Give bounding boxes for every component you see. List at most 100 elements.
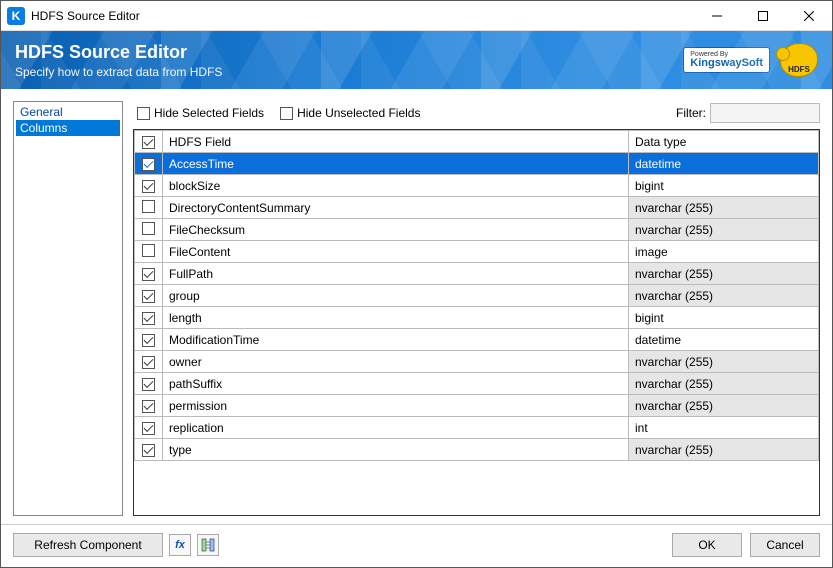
row-checkbox[interactable] [135, 263, 163, 285]
column-mapping-icon [201, 538, 215, 552]
table-row[interactable]: groupnvarchar (255) [135, 285, 819, 307]
maximize-button[interactable] [740, 1, 786, 31]
row-checkbox[interactable] [135, 329, 163, 351]
cancel-button[interactable]: Cancel [750, 533, 820, 557]
checkbox-icon [142, 356, 155, 369]
sidebar: General Columns [13, 101, 123, 516]
table-row[interactable]: AccessTimedatetime [135, 153, 819, 175]
filter-input[interactable] [710, 103, 820, 123]
hide-unselected-label: Hide Unselected Fields [297, 106, 420, 120]
minimize-button[interactable] [694, 1, 740, 31]
row-checkbox[interactable] [135, 285, 163, 307]
table-row[interactable]: pathSuffixnvarchar (255) [135, 373, 819, 395]
header-data-type[interactable]: Data type [629, 131, 819, 153]
maximize-icon [758, 11, 768, 21]
refresh-component-button[interactable]: Refresh Component [13, 533, 163, 557]
ok-button[interactable]: OK [672, 533, 742, 557]
field-name-cell[interactable]: AccessTime [163, 153, 629, 175]
row-checkbox[interactable] [135, 439, 163, 461]
field-name-cell[interactable]: DirectoryContentSummary [163, 197, 629, 219]
field-name-cell[interactable]: FullPath [163, 263, 629, 285]
checkbox-icon [142, 378, 155, 391]
window-title: HDFS Source Editor [31, 9, 140, 23]
field-name-cell[interactable]: FileChecksum [163, 219, 629, 241]
row-checkbox[interactable] [135, 373, 163, 395]
kingswaysoft-logo: Powered By KingswaySoft [683, 47, 770, 73]
sidebar-item-general[interactable]: General [16, 104, 120, 120]
table-row[interactable]: FullPathnvarchar (255) [135, 263, 819, 285]
field-name-cell[interactable]: FileContent [163, 241, 629, 263]
field-name-cell[interactable]: pathSuffix [163, 373, 629, 395]
field-name-cell[interactable]: length [163, 307, 629, 329]
table-row[interactable]: blockSizebigint [135, 175, 819, 197]
field-name-cell[interactable]: ModificationTime [163, 329, 629, 351]
data-type-cell: nvarchar (255) [629, 197, 819, 219]
close-button[interactable] [786, 1, 832, 31]
header-hdfs-field[interactable]: HDFS Field [163, 131, 629, 153]
banner-heading: HDFS Source Editor [15, 42, 683, 63]
data-type-cell: nvarchar (255) [629, 395, 819, 417]
field-name-cell[interactable]: type [163, 439, 629, 461]
data-type-cell: nvarchar (255) [629, 373, 819, 395]
table-row[interactable]: FileContentimage [135, 241, 819, 263]
row-checkbox[interactable] [135, 307, 163, 329]
select-all-checkbox[interactable] [135, 131, 163, 153]
fields-grid[interactable]: HDFS Field Data type AccessTimedatetimeb… [133, 129, 820, 516]
checkbox-icon [142, 312, 155, 325]
field-name-cell[interactable]: replication [163, 417, 629, 439]
checkbox-icon [142, 268, 155, 281]
data-type-cell[interactable]: image [629, 241, 819, 263]
row-checkbox[interactable] [135, 241, 163, 263]
checkbox-icon [142, 158, 155, 171]
field-name-cell[interactable]: group [163, 285, 629, 307]
row-checkbox[interactable] [135, 175, 163, 197]
banner: HDFS Source Editor Specify how to extrac… [1, 31, 832, 89]
row-checkbox[interactable] [135, 417, 163, 439]
table-row[interactable]: ownernvarchar (255) [135, 351, 819, 373]
row-checkbox[interactable] [135, 395, 163, 417]
table-row[interactable]: typenvarchar (255) [135, 439, 819, 461]
row-checkbox[interactable] [135, 153, 163, 175]
close-icon [804, 11, 814, 21]
content-area: General Columns Hide Selected Fields Hid… [1, 89, 832, 524]
main-panel: Hide Selected Fields Hide Unselected Fie… [133, 101, 820, 516]
checkbox-icon [142, 334, 155, 347]
data-type-cell[interactable]: bigint [629, 175, 819, 197]
field-name-cell[interactable]: blockSize [163, 175, 629, 197]
footer: Refresh Component fx OK Cancel [1, 524, 832, 567]
minimize-icon [712, 11, 722, 21]
table-row[interactable]: FileChecksumnvarchar (255) [135, 219, 819, 241]
banner-subtitle: Specify how to extract data from HDFS [15, 65, 683, 79]
hide-unselected-box-icon [280, 107, 293, 120]
checkbox-icon [142, 180, 155, 193]
row-checkbox[interactable] [135, 219, 163, 241]
row-checkbox[interactable] [135, 351, 163, 373]
columns-toolbar: Hide Selected Fields Hide Unselected Fie… [133, 101, 820, 129]
data-type-cell[interactable]: bigint [629, 307, 819, 329]
filter-label: Filter: [676, 106, 706, 120]
table-row[interactable]: permissionnvarchar (255) [135, 395, 819, 417]
hide-unselected-checkbox[interactable]: Hide Unselected Fields [280, 106, 420, 120]
table-row[interactable]: lengthbigint [135, 307, 819, 329]
table-row[interactable]: DirectoryContentSummarynvarchar (255) [135, 197, 819, 219]
data-type-cell[interactable]: datetime [629, 329, 819, 351]
checkbox-icon [142, 400, 155, 413]
kingswaysoft-name: KingswaySoft [690, 58, 763, 69]
expression-button[interactable]: fx [169, 534, 191, 556]
hide-selected-label: Hide Selected Fields [154, 106, 264, 120]
field-name-cell[interactable]: owner [163, 351, 629, 373]
sidebar-item-columns[interactable]: Columns [16, 120, 120, 136]
data-type-cell: nvarchar (255) [629, 439, 819, 461]
hdfs-logo-label: HDFS [788, 65, 810, 74]
data-type-cell: nvarchar (255) [629, 219, 819, 241]
column-mapping-button[interactable] [197, 534, 219, 556]
table-row[interactable]: ModificationTimedatetime [135, 329, 819, 351]
field-name-cell[interactable]: permission [163, 395, 629, 417]
checkbox-icon [142, 222, 155, 235]
row-checkbox[interactable] [135, 197, 163, 219]
data-type-cell[interactable]: datetime [629, 153, 819, 175]
hide-selected-checkbox[interactable]: Hide Selected Fields [137, 106, 264, 120]
table-row[interactable]: replicationint [135, 417, 819, 439]
data-type-cell[interactable]: int [629, 417, 819, 439]
grid-header-row: HDFS Field Data type [135, 131, 819, 153]
